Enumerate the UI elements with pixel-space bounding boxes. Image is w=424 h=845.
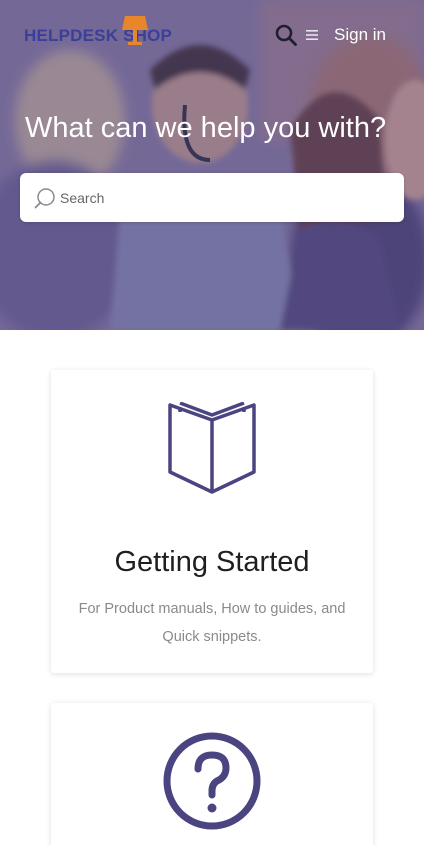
question-circle-icon <box>163 732 261 830</box>
hero-banner: HELPDESK SHOP Sign in What can we help y… <box>0 0 424 330</box>
category-card-getting-started[interactable]: Getting Started For Product manuals, How… <box>51 370 373 673</box>
top-header: HELPDESK SHOP Sign in <box>0 0 424 70</box>
sign-in-link[interactable]: Sign in <box>334 25 386 45</box>
lamp-logo-icon <box>122 16 148 45</box>
search-box[interactable] <box>20 173 404 222</box>
search-icon[interactable] <box>275 24 297 46</box>
search-input[interactable] <box>60 173 390 222</box>
card-description: For Product manuals, How to guides, and … <box>78 601 346 645</box>
open-book-icon <box>168 402 256 494</box>
card-title: Getting Started <box>114 546 310 578</box>
category-card-faq[interactable] <box>51 703 373 845</box>
hero-title: What can we help you with? <box>25 112 387 144</box>
hamburger-menu-icon[interactable] <box>305 28 319 42</box>
search-field-icon <box>34 188 55 209</box>
site-logo[interactable]: HELPDESK SHOP <box>24 14 174 54</box>
